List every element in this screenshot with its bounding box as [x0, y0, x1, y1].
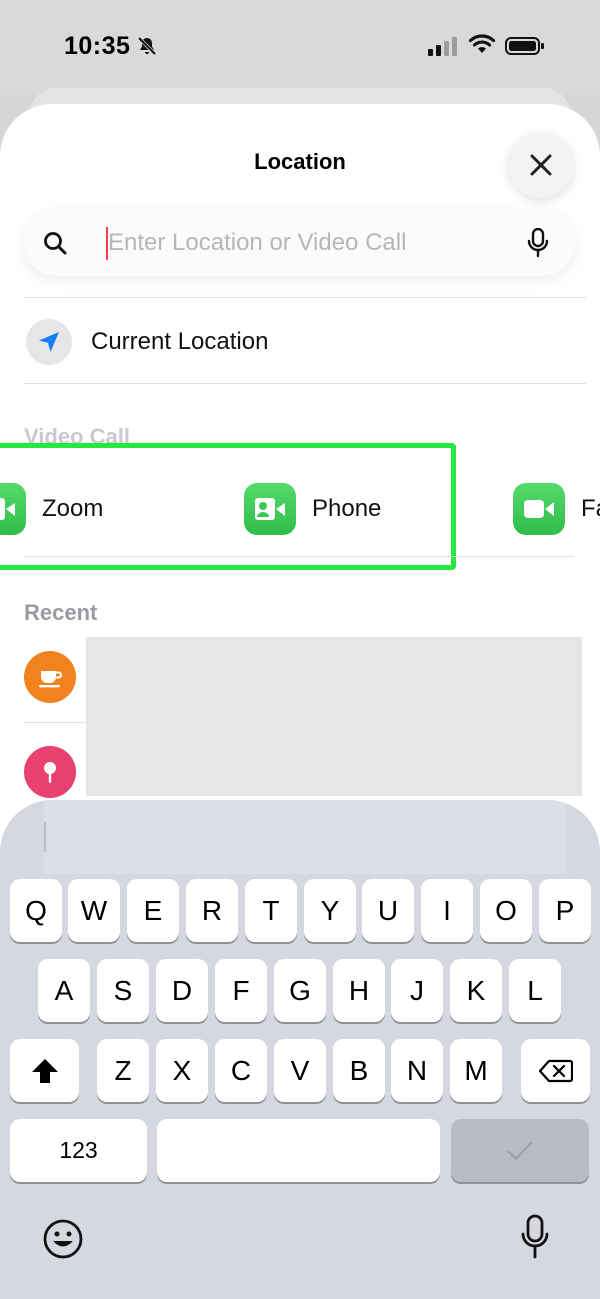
current-location-button[interactable]: Current Location [91, 328, 268, 356]
key-k[interactable]: K [450, 959, 502, 1022]
pin-icon [44, 762, 56, 783]
cafe-icon [39, 671, 62, 688]
key-i[interactable]: I [421, 879, 473, 942]
facetime-icon [513, 483, 565, 535]
recent-item-cafe[interactable] [24, 651, 76, 703]
search-icon [44, 232, 67, 255]
recent-section-label: Recent [24, 600, 98, 625]
key-e[interactable]: E [127, 879, 179, 942]
current-location-icon-wrap[interactable] [26, 319, 72, 365]
key-r[interactable]: R [186, 879, 238, 942]
video-app-facetime[interactable]: Fa [513, 483, 600, 535]
key-z[interactable]: Z [97, 1039, 149, 1102]
shift-icon [31, 1058, 58, 1083]
wifi-icon [468, 34, 496, 53]
battery-icon [505, 37, 544, 55]
key-g[interactable]: G [274, 959, 326, 1022]
key-w[interactable]: W [68, 879, 120, 942]
delete-icon [538, 1059, 573, 1082]
keyboard: Q W E R T Y U I O P A S D F G H J K L Z … [0, 800, 600, 1299]
keyboard-mic-icon[interactable] [520, 1214, 550, 1260]
key-j[interactable]: J [391, 959, 443, 1022]
key-b[interactable]: B [333, 1039, 385, 1102]
key-l[interactable]: L [509, 959, 561, 1022]
done-key[interactable] [451, 1119, 589, 1182]
key-n[interactable]: N [391, 1039, 443, 1102]
divider [24, 722, 86, 723]
close-button[interactable] [508, 132, 574, 198]
key-q[interactable]: Q [10, 879, 62, 942]
suggestion-bar [44, 800, 566, 874]
delete-key[interactable] [521, 1039, 590, 1102]
dictation-mic-icon[interactable] [527, 228, 549, 258]
key-p[interactable]: P [539, 879, 591, 942]
location-search-input[interactable] [108, 210, 508, 276]
space-bar[interactable] [157, 1119, 440, 1182]
key-m[interactable]: M [450, 1039, 502, 1102]
silent-bell-icon [137, 36, 157, 56]
recent-item-pin[interactable] [24, 746, 76, 798]
key-o[interactable]: O [480, 879, 532, 942]
status-bar: 10:35 [0, 0, 600, 95]
cellular-signal-icon [428, 37, 457, 56]
location-arrow-icon [39, 332, 59, 352]
close-icon [530, 154, 552, 176]
emoji-icon[interactable] [42, 1218, 84, 1260]
key-h[interactable]: H [333, 959, 385, 1022]
key-c[interactable]: C [215, 1039, 267, 1102]
divider [24, 297, 586, 298]
checkmark-icon [507, 1141, 533, 1160]
highlight-box [0, 443, 456, 570]
key-u[interactable]: U [362, 879, 414, 942]
divider [24, 383, 586, 384]
app-name: Fa [581, 495, 600, 522]
key-x[interactable]: X [156, 1039, 208, 1102]
status-time: 10:35 [64, 32, 131, 60]
key-a[interactable]: A [38, 959, 90, 1022]
key-t[interactable]: T [245, 879, 297, 942]
redacted-recent-entries [86, 637, 582, 796]
key-y[interactable]: Y [304, 879, 356, 942]
key-s[interactable]: S [97, 959, 149, 1022]
key-f[interactable]: F [215, 959, 267, 1022]
key-d[interactable]: D [156, 959, 208, 1022]
shift-key[interactable] [10, 1039, 79, 1102]
numbers-key[interactable]: 123 [10, 1119, 147, 1182]
divider [24, 556, 574, 557]
search-bar[interactable] [24, 210, 575, 276]
suggestion-caret [44, 822, 46, 852]
key-v[interactable]: V [274, 1039, 326, 1102]
